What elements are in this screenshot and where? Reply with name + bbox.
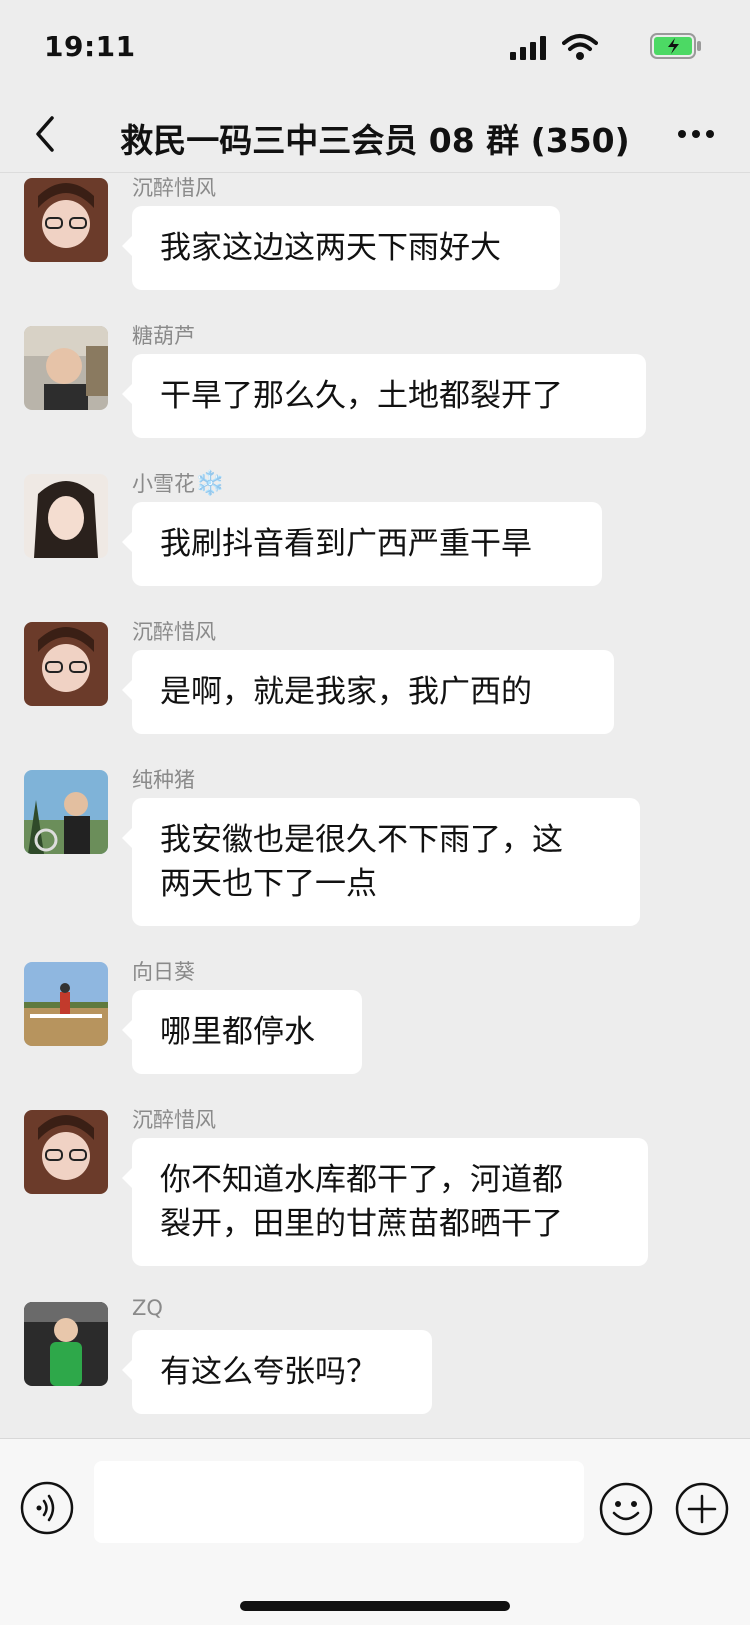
message-text: 哪里都停水 xyxy=(160,1014,315,1050)
avatar[interactable] xyxy=(24,178,108,262)
message-text-line: 我安徽也是很久不下雨了，这 xyxy=(160,822,563,858)
snowflake-icon: ❄️ xyxy=(195,469,225,497)
signal-icon xyxy=(510,36,546,60)
message-text: 干旱了那么久，土地都裂开了 xyxy=(160,378,563,414)
message-bubble[interactable]: 干旱了那么久，土地都裂开了 xyxy=(122,354,646,438)
input-bar xyxy=(0,1438,750,1625)
sender-name: 沉醉惜风 xyxy=(132,1108,216,1132)
status-time: 19:11 xyxy=(44,30,136,63)
message-bubble[interactable]: 我家这边这两天下雨好大 xyxy=(122,206,560,290)
sender-name: 糖葫芦 xyxy=(132,324,195,348)
sender-name: 小雪花❄️ xyxy=(132,469,225,497)
message-text: 我家这边这两天下雨好大 xyxy=(160,230,501,266)
sender-name: 沉醉惜风 xyxy=(132,620,216,644)
emoji-icon[interactable] xyxy=(598,1481,654,1537)
message-text-line: 裂开，田里的甘蔗苗都晒干了 xyxy=(160,1206,563,1242)
message-text-line: 两天也下了一点 xyxy=(160,866,377,902)
message-text-line: 你不知道水库都干了，河道都 xyxy=(160,1162,563,1198)
status-bar: 19:11 xyxy=(0,0,750,96)
message-bubble[interactable]: 我刷抖音看到广西严重干旱 xyxy=(122,502,602,586)
message-bubble[interactable]: 哪里都停水 xyxy=(122,990,362,1074)
message-text: 是啊，就是我家，我广西的 xyxy=(160,674,532,710)
message-bubble[interactable]: 我安徽也是很久不下雨了，这 两天也下了一点 xyxy=(122,798,640,926)
sender-name: ZQ xyxy=(132,1296,163,1320)
message-bubble[interactable]: 是啊，就是我家，我广西的 xyxy=(122,650,614,734)
sender-name: 向日葵 xyxy=(132,960,195,984)
voice-icon[interactable] xyxy=(20,1481,74,1535)
avatar[interactable] xyxy=(24,474,108,558)
more-dots-icon[interactable] xyxy=(676,124,716,144)
message-text: 我刷抖音看到广西严重干旱 xyxy=(160,526,532,562)
sender-name: 沉醉惜风 xyxy=(132,176,216,200)
avatar[interactable] xyxy=(24,770,108,854)
avatar[interactable] xyxy=(24,622,108,706)
message-bubble[interactable]: 你不知道水库都干了，河道都 裂开，田里的甘蔗苗都晒干了 xyxy=(122,1138,648,1266)
avatar[interactable] xyxy=(24,326,108,410)
battery-icon xyxy=(650,33,701,59)
message-text: 有这么夸张吗？ xyxy=(160,1354,377,1390)
wifi-icon xyxy=(562,34,598,60)
sender-name: 纯种猪 xyxy=(132,768,195,792)
message-bubble[interactable]: 有这么夸张吗？ xyxy=(122,1330,432,1414)
plus-icon[interactable] xyxy=(674,1481,730,1537)
chat-messages[interactable]: 沉醉惜风 我家这边这两天下雨好大 糖葫芦 干旱了那么久，土地都裂开了 小雪花❄️… xyxy=(0,172,750,1438)
home-indicator xyxy=(240,1601,510,1611)
avatar[interactable] xyxy=(24,962,108,1046)
message-input[interactable] xyxy=(94,1461,584,1543)
chat-title: 救民一码三中三会员 08 群 (350) xyxy=(120,121,630,160)
avatar[interactable] xyxy=(24,1302,108,1386)
status-icons xyxy=(502,30,702,60)
avatar[interactable] xyxy=(24,1110,108,1194)
nav-bar: 救民一码三中三会员 08 群 (350) xyxy=(0,96,750,173)
